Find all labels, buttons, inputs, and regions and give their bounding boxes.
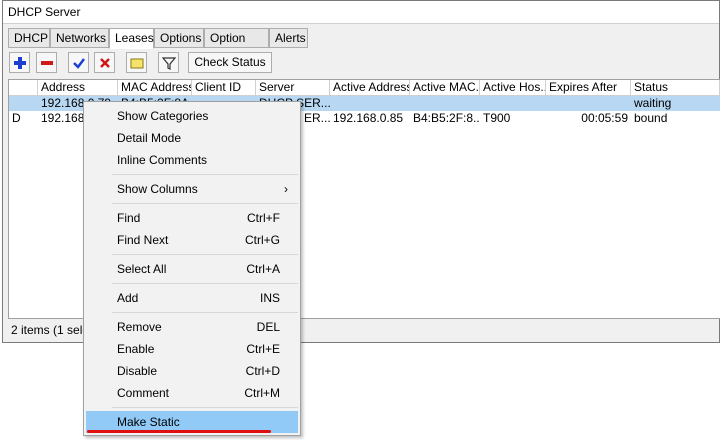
tab-leases[interactable]: Leases [109, 28, 154, 49]
menu-item-enable[interactable]: Enable Ctrl+E [86, 338, 298, 360]
window-title: DHCP Server [8, 5, 81, 19]
toolbar: Check Status [3, 49, 719, 77]
menu-item-show-categories[interactable]: Show Categories [86, 105, 298, 127]
menu-separator [112, 283, 298, 284]
cell-active-host: T900 [483, 111, 511, 125]
column-header-active-host[interactable]: Active Hos... [480, 80, 546, 96]
tab-alerts[interactable]: Alerts [269, 28, 308, 48]
menu-item-comment[interactable]: Comment Ctrl+M [86, 382, 298, 404]
column-header-expires[interactable]: Expires After [546, 80, 631, 96]
cell-expires: 00:05:59 [581, 111, 628, 125]
column-header-mac[interactable]: MAC Address [118, 80, 192, 96]
column-header-flag[interactable] [9, 80, 38, 96]
menu-item-find-next[interactable]: Find Next Ctrl+G [86, 229, 298, 251]
filter-icon [161, 56, 176, 70]
add-button[interactable] [9, 52, 30, 73]
minus-icon [40, 60, 53, 65]
filter-button[interactable] [158, 52, 179, 73]
menu-separator [112, 174, 298, 175]
column-header-active-mac[interactable]: Active MAC... [410, 80, 480, 96]
cell-active-address: 192.168.0.85 [333, 111, 404, 125]
menu-separator [112, 407, 298, 408]
menu-item-find[interactable]: Find Ctrl+F [86, 207, 298, 229]
x-icon [99, 57, 110, 68]
tab-dhcp[interactable]: DHCP [8, 28, 50, 48]
menu-item-show-columns[interactable]: Show Columns › [86, 178, 298, 200]
context-menu: Show Categories Detail Mode Inline Comme… [83, 101, 301, 436]
menu-separator [112, 203, 298, 204]
cell-flag: D [12, 111, 21, 125]
column-header-client-id[interactable]: Client ID [192, 80, 256, 96]
tab-networks[interactable]: Networks [50, 28, 109, 48]
menu-item-add[interactable]: Add INS [86, 287, 298, 309]
annotation-underline [87, 430, 271, 433]
menu-item-remove[interactable]: Remove DEL [86, 316, 298, 338]
note-icon [130, 58, 143, 68]
column-header-status[interactable]: Status [631, 80, 720, 96]
cell-active-mac: B4:B5:2F:8... [413, 111, 480, 125]
title-bar[interactable]: DHCP Server [3, 1, 719, 24]
menu-item-inline-comments[interactable]: Inline Comments [86, 149, 298, 171]
menu-separator [112, 254, 298, 255]
comment-button[interactable] [126, 52, 147, 73]
remove-button[interactable] [36, 52, 57, 73]
tab-option-sets[interactable]: Option Sets [204, 28, 269, 64]
column-header-server[interactable]: Server [256, 80, 330, 96]
disable-button[interactable] [94, 52, 115, 73]
column-header-address[interactable]: Address [38, 80, 118, 96]
menu-item-select-all[interactable]: Select All Ctrl+A [86, 258, 298, 280]
check-status-button[interactable]: Check Status [188, 52, 272, 73]
plus-icon [13, 56, 26, 69]
tab-options[interactable]: Options [154, 28, 204, 48]
menu-item-disable[interactable]: Disable Ctrl+D [86, 360, 298, 382]
enable-button[interactable] [68, 52, 89, 73]
chevron-right-icon: › [284, 182, 288, 196]
cell-status: waiting [634, 96, 672, 110]
column-header-active-address[interactable]: Active Address [330, 80, 410, 96]
menu-item-detail-mode[interactable]: Detail Mode [86, 127, 298, 149]
menu-separator [112, 312, 298, 313]
cell-status: bound [634, 111, 668, 125]
checkmark-icon [72, 57, 85, 69]
